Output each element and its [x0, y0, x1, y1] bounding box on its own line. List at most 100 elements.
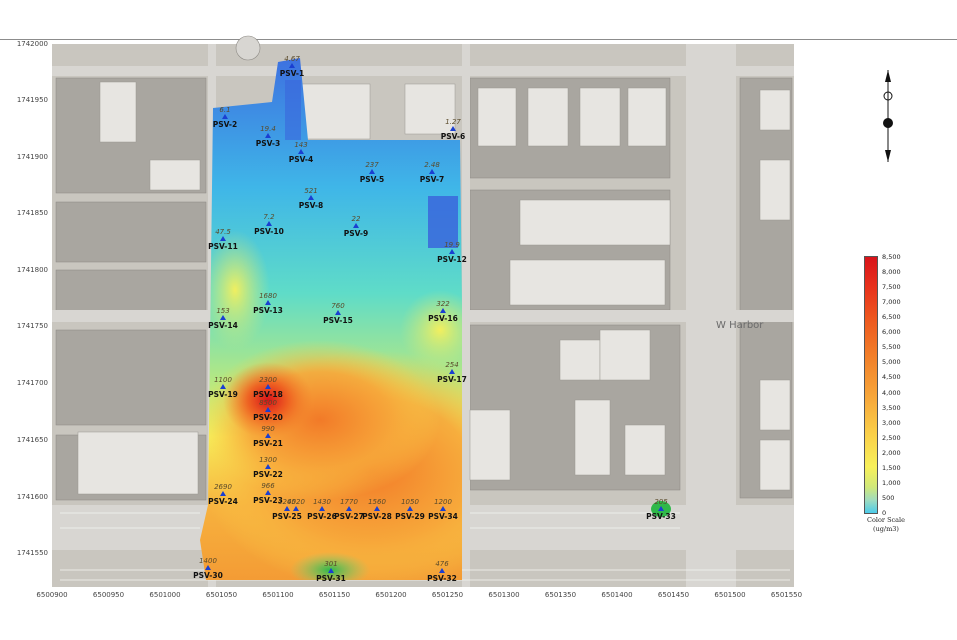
legend-tick-label: 7,000: [882, 298, 901, 307]
x-tick-label: 6501150: [319, 591, 350, 599]
probe-label: PSV-19: [208, 390, 238, 399]
probe-label: PSV-8: [299, 201, 324, 210]
probe-label: PSV-4: [289, 155, 314, 164]
probe-label: PSV-31: [316, 574, 346, 583]
legend-tick-label: 6,500: [882, 313, 901, 322]
probe-label: PSV-20: [253, 413, 283, 422]
x-tick-label: 6500900: [36, 591, 67, 599]
y-axis-ticks: 1742000 1741950 1741900 1741850 1741800 17417…: [17, 40, 48, 557]
legend-tick-label: 8,500: [882, 253, 901, 261]
legend-color-bar: [864, 256, 878, 514]
probe-value: 322: [436, 300, 450, 308]
probe-value: 1560: [368, 498, 386, 506]
x-tick-label: 6501350: [545, 591, 576, 599]
probe-label: PSV-5: [360, 175, 385, 184]
legend-title: Color Scale (ug/m3): [858, 516, 914, 534]
probe-label: PSV-17: [437, 375, 467, 384]
probe-label: PSV-32: [427, 574, 457, 583]
probe-value: 2.48: [424, 161, 440, 169]
probe-label: PSV-18: [253, 390, 283, 399]
probe-label: PSV-33: [646, 512, 676, 521]
probe-label: PSV-10: [254, 227, 284, 236]
legend-tick-label: 5,000: [882, 358, 901, 367]
legend-tick-label: 8,000: [882, 268, 901, 277]
probe-label: PSV-3: [256, 139, 281, 148]
probe-value: 966: [261, 482, 275, 490]
probe-value: 143: [294, 141, 307, 149]
probe-value: 1680: [259, 292, 277, 300]
probe-value: 1100: [214, 376, 232, 384]
y-tick-label: 1741800: [17, 266, 48, 274]
x-tick-label: 6501000: [149, 591, 180, 599]
probe-value: 4.67: [284, 55, 300, 63]
y-tick-label: 1741900: [17, 153, 48, 161]
probe-value: 4520: [287, 498, 305, 506]
probe-label: PSV-12: [437, 255, 467, 264]
probe-value: 990: [261, 425, 275, 433]
probe-label: PSV-26: [307, 512, 337, 521]
x-tick-label: 6501550: [771, 591, 802, 599]
probe-value: 2300: [259, 376, 277, 384]
x-tick-label: 6501250: [432, 591, 463, 599]
probe-value: 301: [324, 560, 337, 568]
legend-tick-label: 2,500: [882, 433, 901, 442]
probe-value: 1300: [259, 456, 277, 464]
y-tick-label: 1741950: [17, 96, 48, 104]
probe-label: PSV-14: [208, 321, 238, 330]
legend-tick-label: 1,000: [882, 478, 901, 487]
y-tick-label: 1741700: [17, 379, 48, 387]
probe-label: PSV-24: [208, 497, 238, 506]
x-tick-label: 6501300: [488, 591, 519, 599]
probe-label: PSV-34: [428, 512, 458, 521]
probe-label: PSV-16: [428, 314, 458, 323]
y-tick-label: 1741750: [17, 322, 48, 330]
legend-tick-label: 2,000: [882, 448, 901, 457]
x-axis-ticks: 6500900 6500950 6501000 6501050 6501100 65011…: [36, 591, 802, 599]
legend-tick-label: 3,000: [882, 418, 901, 427]
legend-tick-label: 1,500: [882, 463, 901, 472]
legend-tick-label: 6,000: [882, 328, 901, 337]
probe-label: PSV-29: [395, 512, 425, 521]
legend-tick-label: 3,500: [882, 403, 901, 412]
probe-value: 8500: [259, 399, 277, 407]
probe-value: 19.9: [444, 241, 460, 249]
color-scale-legend: 8,500 8,000 7,500 7,000 6,500 6,000 5,500 5,000…: [858, 252, 918, 542]
probe-value: 1200: [434, 498, 452, 506]
probe-label: PSV-2: [213, 120, 238, 129]
probe-label: PSV-7: [420, 175, 445, 184]
legend-tick-label: 7,500: [882, 283, 901, 292]
x-tick-label: 6501450: [658, 591, 689, 599]
x-tick-label: 6501500: [714, 591, 745, 599]
x-tick-label: 6501400: [601, 591, 632, 599]
y-tick-label: 1741650: [17, 436, 48, 444]
probe-value: 254: [445, 361, 458, 369]
probe-label: PSV-9: [344, 229, 369, 238]
vapor-contour-map: W Harbor 1742000 1741950 1741900 1741850 174…: [0, 0, 957, 640]
probe-value: 521: [304, 187, 317, 195]
probe-label: PSV-11: [208, 242, 238, 251]
legend-tick-label: 4,500: [882, 373, 901, 382]
map-canvas: W Harbor 1742000174195017419001741850174…: [17, 35, 802, 599]
legend-tick-label: 500: [882, 493, 895, 502]
legend-units: (ug/m3): [873, 525, 899, 533]
y-tick-label: 1742000: [17, 40, 48, 48]
probe-value: 7.2: [263, 213, 275, 221]
probe-label: PSV-28: [362, 512, 392, 521]
x-tick-label: 6501050: [206, 591, 237, 599]
legend-tick-label: 4,000: [882, 388, 901, 397]
probe-value: 1.27: [445, 118, 461, 126]
x-tick-label: 6501100: [262, 591, 293, 599]
y-tick-label: 1741550: [17, 549, 48, 557]
y-tick-label: 1741850: [17, 209, 48, 217]
probe-value: 1430: [313, 498, 331, 506]
x-tick-label: 6500950: [93, 591, 124, 599]
probe-value: 1050: [401, 498, 419, 506]
probe-label: PSV-15: [323, 316, 353, 325]
probe-value: 2690: [214, 483, 232, 491]
probe-label: PSV-27: [334, 512, 364, 521]
probe-label: PSV-25: [272, 512, 302, 521]
probe-label: PSV-30: [193, 571, 223, 580]
probe-label: PSV-21: [253, 439, 283, 448]
probe-value: 237: [365, 161, 379, 169]
probe-value: 153: [216, 307, 229, 315]
